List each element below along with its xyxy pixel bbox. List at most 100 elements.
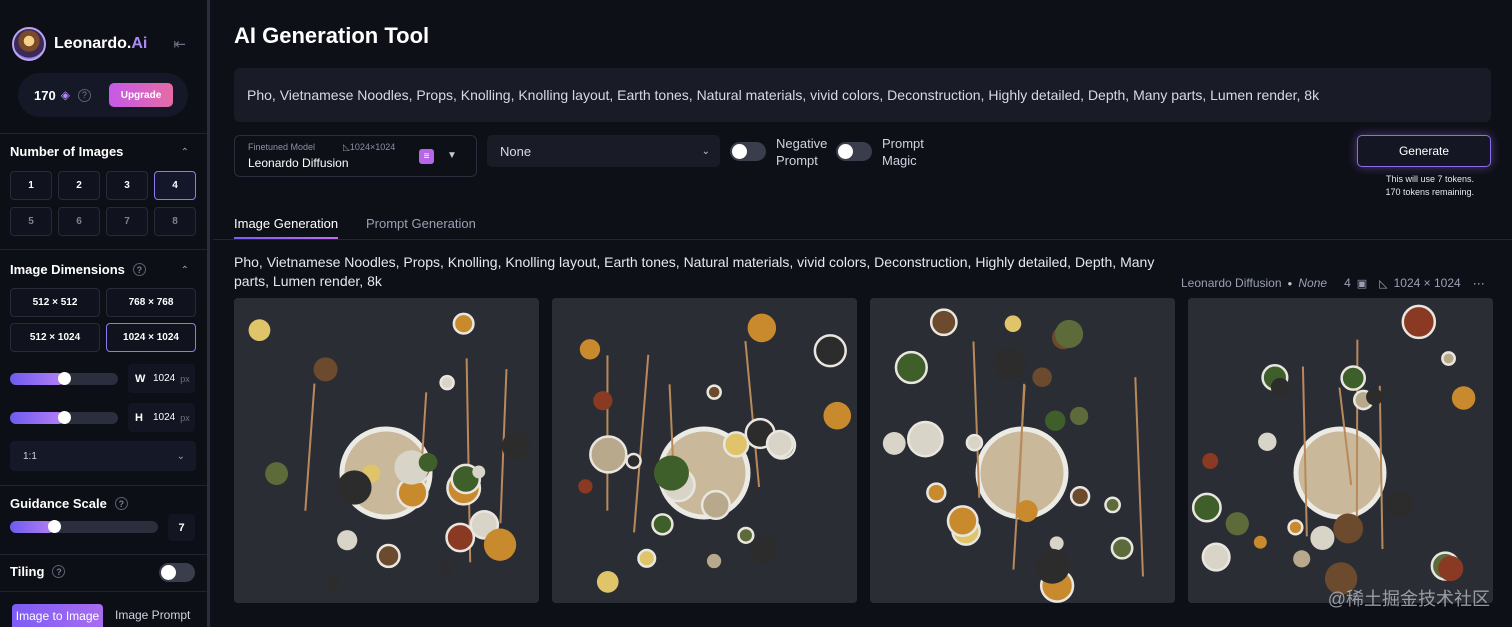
- sidebar: Leonardo.Ai ⇤ 170 ◈ ? Upgrade Number of …: [0, 0, 210, 627]
- divider: [0, 249, 207, 250]
- tab-image-generation[interactable]: Image Generation: [234, 216, 339, 239]
- guidance-scale-slider[interactable]: [10, 520, 158, 533]
- image-dimensions-title: Image Dimensions ?: [10, 262, 146, 277]
- dimension-1024x1024[interactable]: 1024 × 1024: [106, 323, 196, 352]
- model-select[interactable]: Finetuned Model ◺1024×1024 Leonardo Diff…: [234, 135, 477, 177]
- negative-prompt-label: Negative Prompt: [776, 136, 828, 168]
- generated-image[interactable]: [234, 298, 539, 603]
- help-icon[interactable]: ?: [132, 263, 146, 276]
- tiling-toggle[interactable]: [159, 563, 195, 582]
- upgrade-button[interactable]: Upgrade: [109, 83, 173, 107]
- help-icon[interactable]: ?: [52, 565, 66, 578]
- image-gallery: [234, 298, 1493, 603]
- guidance-scale-value[interactable]: 7: [168, 514, 195, 541]
- generation-meta: Leonardo Diffusion ● None 4 ▣ ◺ 1024 × 1…: [1181, 276, 1491, 290]
- model-name: Leonardo Diffusion: [248, 156, 349, 170]
- prompt-input[interactable]: Pho, Vietnamese Noodles, Props, Knolling…: [234, 68, 1491, 122]
- coins-icon: ◈: [60, 88, 70, 102]
- model-icon: ≡: [419, 149, 434, 164]
- height-unit: px: [180, 412, 190, 423]
- generation-size: 1024 × 1024: [1393, 276, 1461, 290]
- divider: [0, 591, 207, 592]
- number-of-images-options: 1 2 3 4 5 6 7 8: [10, 171, 196, 236]
- width-slider-handle[interactable]: [58, 372, 71, 385]
- image-count-6[interactable]: 6: [58, 207, 100, 236]
- tabs-divider: [213, 239, 1512, 240]
- image-count-5[interactable]: 5: [10, 207, 52, 236]
- separator-dot: ●: [1287, 278, 1293, 288]
- image-dimension-options: 512 × 512 768 × 768 512 × 1024 1024 × 10…: [10, 288, 196, 352]
- width-unit: px: [180, 373, 190, 384]
- width-value[interactable]: 1024: [153, 373, 175, 384]
- tab-image-to-image[interactable]: Image to Image: [12, 604, 103, 627]
- generation-model: Leonardo Diffusion: [1181, 276, 1282, 290]
- resolution-icon: ◺: [1379, 277, 1388, 290]
- guidance-scale-handle[interactable]: [48, 520, 62, 533]
- toggle-knob: [732, 144, 747, 159]
- width-slider[interactable]: [10, 372, 118, 385]
- dimension-768x768[interactable]: 768 × 768: [106, 288, 196, 317]
- generated-image[interactable]: [870, 298, 1175, 603]
- chevron-down-icon: ⌄: [701, 145, 710, 157]
- generate-button[interactable]: Generate: [1357, 135, 1491, 167]
- generation-count: 4: [1344, 276, 1351, 290]
- help-icon[interactable]: ?: [114, 497, 128, 510]
- chevron-up-icon[interactable]: ⌃: [181, 265, 189, 276]
- generation-prompt: Pho, Vietnamese Noodles, Props, Knolling…: [234, 254, 1155, 289]
- token-panel: 170 ◈ ? Upgrade: [18, 73, 188, 117]
- height-slider-handle[interactable]: [58, 411, 71, 424]
- dimension-512x512[interactable]: 512 × 512: [10, 288, 100, 317]
- width-label: W: [135, 372, 146, 385]
- watermark: @稀土掘金技术社区: [1327, 589, 1490, 609]
- negative-prompt-toggle[interactable]: [730, 142, 766, 161]
- prompt-magic-toggle[interactable]: [836, 142, 872, 161]
- image-count-icon: ▣: [1356, 277, 1368, 290]
- page-title: AI Generation Tool: [234, 23, 430, 48]
- token-usage-note: This will use 7 tokens. 170 tokens remai…: [1357, 173, 1474, 199]
- prompt-magic-label: Prompt Magic: [882, 136, 924, 168]
- width-slider-fill: [10, 373, 64, 385]
- divider: [0, 485, 207, 486]
- height-label: H: [135, 411, 143, 424]
- chevron-up-icon[interactable]: ⌃: [181, 147, 189, 158]
- more-icon[interactable]: ···: [1473, 276, 1485, 290]
- toggle-knob: [161, 565, 176, 580]
- logo[interactable]: Leonardo.Ai ⇤: [12, 27, 202, 61]
- style-select[interactable]: None ⌄: [487, 135, 720, 167]
- collapse-icon[interactable]: ⇤: [173, 35, 186, 53]
- image-count-7[interactable]: 7: [106, 207, 148, 236]
- chevron-down-icon: ⌄: [176, 450, 185, 462]
- divider: [0, 554, 207, 555]
- image-count-8[interactable]: 8: [154, 207, 196, 236]
- token-count: 170: [34, 87, 56, 103]
- generation-style: None: [1298, 276, 1328, 290]
- model-caption: Finetuned Model: [248, 142, 316, 152]
- height-value[interactable]: 1024: [153, 412, 175, 423]
- image-count-2[interactable]: 2: [58, 171, 100, 200]
- width-field[interactable]: W 1024 px: [128, 364, 195, 393]
- image-count-3[interactable]: 3: [106, 171, 148, 200]
- height-slider[interactable]: [10, 411, 118, 424]
- token-usage-line: This will use 7 tokens.: [1385, 174, 1474, 184]
- image-count-1[interactable]: 1: [10, 171, 52, 200]
- dimension-512x1024[interactable]: 512 × 1024: [10, 323, 100, 352]
- tiling-title: Tiling ?: [10, 564, 66, 579]
- generated-image[interactable]: [552, 298, 857, 603]
- brand-name: Leonardo.Ai: [54, 35, 148, 52]
- tab-prompt-generation[interactable]: Prompt Generation: [366, 216, 476, 231]
- toggle-knob: [838, 144, 853, 159]
- guidance-scale-title: Guidance Scale ?: [10, 496, 128, 511]
- model-resolution: ◺1024×1024: [343, 142, 396, 152]
- logo-avatar: [12, 27, 46, 61]
- caret-down-icon[interactable]: ▼: [447, 150, 457, 161]
- tab-image-prompt[interactable]: Image Prompt: [115, 608, 190, 622]
- tokens-remaining-line: 170 tokens remaining.: [1385, 187, 1474, 197]
- help-icon[interactable]: ?: [77, 88, 91, 102]
- image-count-4[interactable]: 4: [154, 171, 196, 200]
- aspect-ratio-value: 1:1: [23, 450, 37, 462]
- generated-image[interactable]: [1188, 298, 1493, 603]
- aspect-ratio-select[interactable]: 1:1 ⌄: [10, 441, 196, 471]
- height-field[interactable]: H 1024 px: [128, 403, 195, 432]
- height-slider-fill: [10, 412, 64, 424]
- style-value: None: [500, 143, 532, 159]
